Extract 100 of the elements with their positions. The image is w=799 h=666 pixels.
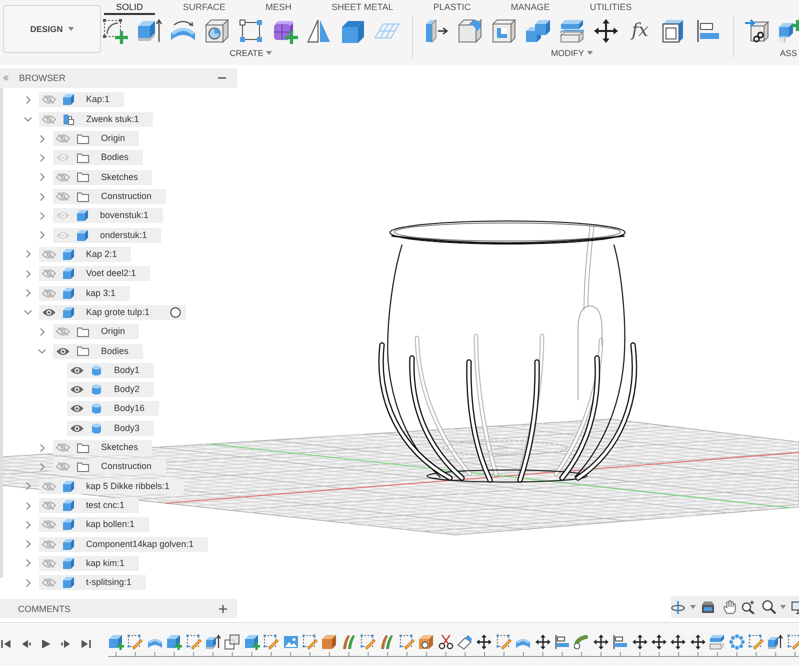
browser-item[interactable]: test cnc:1	[39, 498, 139, 514]
sketch-pencil-icon[interactable]	[748, 634, 764, 650]
zoom-window-icon[interactable]	[762, 600, 776, 614]
chevron-right-icon[interactable]	[40, 462, 44, 471]
shell-cube-icon[interactable]	[491, 18, 517, 44]
browser-item[interactable]: Kap grote tulp:1	[39, 304, 186, 320]
browser-item[interactable]: Kap 2:1	[39, 246, 132, 262]
browser-item[interactable]: kap 3:1	[39, 286, 130, 301]
box-arrow-icon[interactable]	[204, 634, 221, 650]
stacked-slab-icon[interactable]	[709, 634, 726, 650]
chevron-right-icon[interactable]	[40, 328, 44, 336]
browser-item[interactable]: Sketches	[53, 170, 152, 185]
combine-boxes-icon[interactable]	[525, 18, 551, 44]
chevron-right-icon[interactable]	[40, 134, 44, 143]
form-cube-plus-icon[interactable]	[272, 18, 298, 44]
press-pull-icon[interactable]	[423, 18, 449, 44]
chevron-right-icon[interactable]	[40, 212, 44, 220]
ribbon-tab[interactable]: SOLID	[104, 0, 156, 15]
chevron-down-icon[interactable]	[24, 310, 32, 315]
chevron-right-icon[interactable]	[26, 482, 30, 490]
browser-item[interactable]: onderstuk:1	[53, 228, 162, 243]
browser-item[interactable]: Sketches	[53, 440, 152, 456]
eye-icon[interactable]	[70, 404, 84, 414]
step-forward-icon[interactable]	[61, 639, 71, 649]
curved-slabs-icon[interactable]	[379, 634, 396, 650]
chevron-right-icon[interactable]	[40, 173, 44, 182]
box-arrow-icon[interactable]	[136, 18, 162, 44]
eye-icon[interactable]	[70, 366, 84, 375]
curved-slabs-icon[interactable]	[340, 634, 357, 650]
chevron-right-icon[interactable]	[26, 520, 30, 529]
align-bars-icon[interactable]	[695, 18, 721, 44]
sketch-pencil-icon[interactable]	[186, 634, 202, 650]
cube-hole-icon[interactable]	[204, 18, 230, 44]
move-arrows-icon[interactable]	[476, 634, 492, 650]
browser-item[interactable]: Kap:1	[39, 92, 124, 108]
ribbon-tab[interactable]: SURFACE	[171, 0, 238, 15]
move-arrows-icon[interactable]	[650, 634, 667, 650]
browser-item[interactable]: Bodies	[53, 150, 143, 166]
box-arrow-icon[interactable]	[767, 634, 784, 650]
box-circle-icon[interactable]	[418, 634, 434, 650]
timeline-track[interactable]	[108, 651, 799, 657]
move-arrows-icon[interactable]	[632, 634, 648, 650]
browser-item[interactable]: Body2	[67, 382, 154, 398]
orbit-icon[interactable]	[671, 600, 685, 614]
chevron-right-icon[interactable]	[26, 96, 30, 104]
eye-icon[interactable]	[70, 385, 84, 394]
radio-button[interactable]	[170, 306, 181, 318]
ribbon-tab[interactable]: UTILITIES	[578, 0, 644, 15]
cube-plus-icon[interactable]	[166, 634, 182, 650]
browser-item[interactable]: Origin	[53, 324, 140, 340]
eye-icon[interactable]	[70, 424, 84, 433]
cube-plus-icon[interactable]	[244, 634, 260, 650]
overlap-cubes-icon[interactable]	[224, 634, 240, 650]
eraser-icon[interactable]	[457, 634, 474, 650]
align-bars-icon[interactable]	[554, 634, 570, 650]
sketch-pencil-icon[interactable]	[786, 634, 799, 650]
sketch-pencil-icon[interactable]	[398, 634, 415, 650]
chevron-right-icon[interactable]	[26, 559, 30, 568]
sketch-pencil-icon[interactable]	[360, 634, 376, 650]
box-icon[interactable]	[340, 18, 366, 44]
chevron-right-icon[interactable]	[26, 270, 30, 278]
stacked-slab-icon[interactable]	[559, 18, 585, 44]
browser-item[interactable]: kap bollen:1	[39, 517, 149, 532]
fillet-cube-icon[interactable]	[457, 18, 483, 44]
ribbon-tab[interactable]: PLASTIC	[421, 0, 483, 15]
cube-plus-icon[interactable]	[778, 18, 799, 44]
chevron-right-icon[interactable]	[26, 578, 30, 587]
skip-end-icon[interactable]	[81, 639, 91, 649]
browser-item[interactable]: Voet deel2:1	[39, 266, 150, 282]
sketch-plus-icon[interactable]	[102, 18, 128, 44]
workspace-button[interactable]: DESIGN	[3, 5, 101, 53]
browser-item[interactable]: Construction	[53, 459, 166, 474]
chevron-right-icon[interactable]	[40, 231, 44, 240]
chevron-right-icon[interactable]	[26, 502, 30, 510]
move-arrows-icon[interactable]	[592, 634, 609, 650]
step-back-icon[interactable]	[21, 639, 31, 649]
browser-item[interactable]: Component14kap golven:1	[39, 536, 208, 552]
ribbon-tab[interactable]: MESH	[254, 0, 304, 15]
move-arrows-icon[interactable]	[690, 634, 706, 650]
caret-icon[interactable]	[690, 605, 696, 609]
caret-icon[interactable]	[68, 27, 74, 31]
plus-icon[interactable]	[219, 604, 227, 612]
align-bars-icon[interactable]	[612, 634, 628, 650]
browser-item[interactable]: Construction	[53, 189, 166, 204]
browser-item[interactable]: bovenstuk:1	[53, 208, 163, 224]
cube-plus-icon[interactable]	[108, 634, 124, 650]
browser-item[interactable]: Body16	[67, 401, 159, 416]
browser-item[interactable]: Body1	[67, 362, 154, 378]
play-icon[interactable]	[41, 639, 51, 649]
browser-item[interactable]: kap kim:1	[39, 556, 139, 571]
group-menu-button[interactable]: CREATE	[230, 48, 272, 58]
caret-icon[interactable]	[587, 51, 594, 55]
eye-icon[interactable]	[56, 346, 70, 356]
browser-item[interactable]: t-splitsing:1	[39, 575, 146, 590]
browser-item[interactable]: Zwenk stuk:1	[39, 112, 154, 127]
sketch-pencil-icon[interactable]	[302, 634, 318, 650]
box-icon[interactable]	[321, 634, 338, 650]
sketch-pencil-icon[interactable]	[263, 634, 280, 650]
chevron-right-icon[interactable]	[26, 250, 30, 258]
scissors-icon[interactable]	[438, 634, 454, 650]
